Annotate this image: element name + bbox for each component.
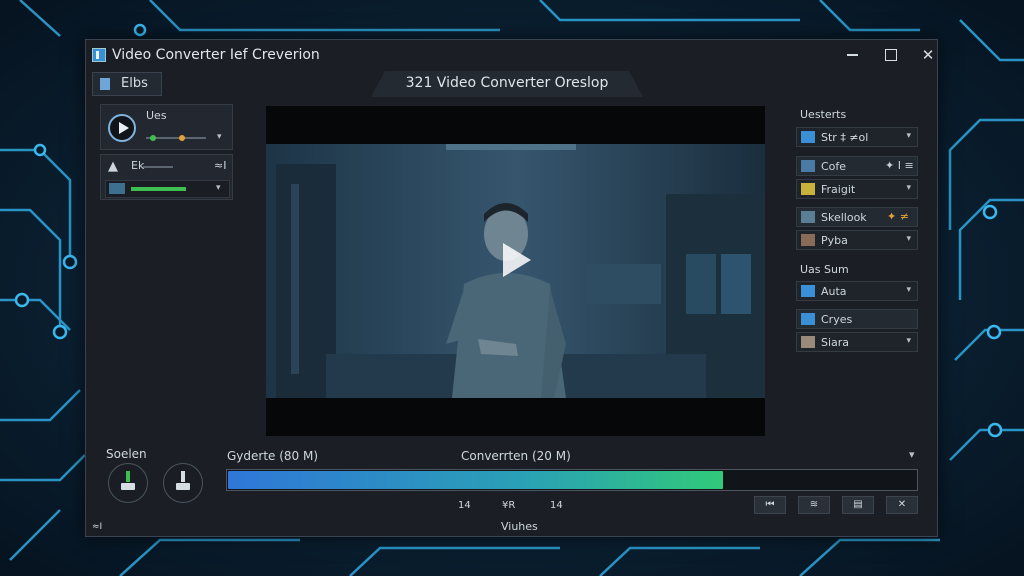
quality-track[interactable] [143,166,173,168]
play-button[interactable] [108,114,136,142]
left-row2-suffix: ≈I [214,159,227,172]
conversion-progress [226,469,918,491]
chevron-down-icon[interactable]: ▾ [906,336,911,346]
video-preview[interactable] [266,106,765,436]
chevron-down-icon[interactable]: ▾ [217,132,222,142]
output-row-4[interactable]: Skellook ✦ ≠ [796,207,918,227]
chevron-down-icon[interactable]: ▾ [906,285,911,295]
converted-status: Converrten (20 M) [461,449,571,463]
corner-label: ≈I [92,522,103,532]
play-overlay-icon[interactable] [495,239,537,281]
green-level-bar [131,187,186,191]
video-icon [801,160,815,172]
output-row-3-label: Fraigit [821,183,856,196]
tray-icon [121,483,135,490]
output-row-2[interactable]: Cofe ✦ I ≡ [796,156,918,176]
tab-converter-label: 321 Video Converter Oreslop [405,75,609,91]
warning-icon: ▲ [108,159,118,174]
video-icon [801,313,815,325]
title-bar: Video Converter Ief Creverion ✕ [86,40,937,72]
volume-knob-green[interactable] [150,135,156,141]
output-row-1[interactable]: Str ‡ ≠ol ▾ [796,127,918,147]
tab-converter[interactable]: 321 Video Converter Oreslop [371,71,643,97]
close-button[interactable]: ✕ [914,44,942,66]
section-title-summary: Uas Sum [800,263,849,276]
quality-select[interactable]: ▾ [105,180,230,198]
app-logo-icon [92,48,106,62]
remove-button[interactable]: ✕ [886,496,918,514]
chevron-down-icon[interactable]: ▾ [906,131,911,141]
maximize-icon [885,49,897,61]
photo-icon [801,234,815,246]
volume-knob-orange[interactable] [179,135,185,141]
chevron-down-icon[interactable]: ▾ [906,234,911,244]
summary-row-3[interactable]: Siara ▾ [796,332,918,352]
progress-fill [228,471,723,489]
summary-row-2-label: Cryes [821,313,853,326]
output-row-4-extra: ✦ ≠ [887,210,909,223]
thumbnail-icon [109,183,125,194]
output-row-2-extra: ✦ I ≡ [885,159,914,172]
layers-button[interactable]: ≋ [798,496,830,514]
output-row-3[interactable]: Fraigit ▾ [796,179,918,199]
output-row-1-label: Str ‡ ≠ol [821,131,869,144]
audio-icon [801,285,815,297]
left-panel-label: Ues [146,109,167,122]
time-mark-1: 14 [458,500,471,511]
chevron-down-icon[interactable]: ▾ [909,448,915,461]
output-row-2-label: Cofe [821,160,847,173]
section-title-outputs: Uesterts [800,108,847,121]
tab-bar: Elbs 321 Video Converter Oreslop [86,71,937,99]
footer-label: Viuhes [501,520,538,533]
minimize-button[interactable] [838,44,866,66]
tab-files[interactable]: Elbs [92,72,162,96]
list-button[interactable]: ▤ [842,496,874,514]
app-window: Video Converter Ief Creverion ✕ Elbs 321… [85,39,938,537]
file-icon [100,78,110,90]
time-mark-2: ¥R [502,500,516,511]
bottom-section-label: Soelen [106,447,147,461]
left-panel-bottom: ▲ Ek ≈I ▾ [100,154,233,200]
arrow-up-icon [181,471,185,482]
summary-row-1[interactable]: Auta ▾ [796,281,918,301]
time-mark-3: 14 [550,500,563,511]
arrow-down-icon [126,471,130,482]
summary-row-1-label: Auta [821,285,847,298]
window-title: Video Converter Ief Creverion [112,47,320,63]
clip-icon [801,211,815,223]
chevron-down-icon[interactable]: ▾ [906,183,911,193]
summary-row-3-label: Siara [821,336,850,349]
tray-icon [176,483,190,490]
output-row-5[interactable]: Pyba ▾ [796,230,918,250]
import-button[interactable] [108,463,148,503]
left-panel-top: Ues ▾ [100,104,233,150]
export-button[interactable] [163,463,203,503]
maximize-button[interactable] [877,44,905,66]
chevron-down-icon[interactable]: ▾ [216,183,221,193]
image-icon [801,183,815,195]
tab-files-label: Elbs [121,76,148,91]
output-row-5-label: Pyba [821,234,848,247]
source-status: Gyderte (80 M) [227,449,319,463]
summary-row-2[interactable]: Cryes [796,309,918,329]
minimize-icon [846,54,858,56]
skip-back-button[interactable]: ⏮ [754,496,786,514]
film-icon [801,131,815,143]
output-row-4-label: Skellook [821,211,867,224]
portrait-icon [801,336,815,348]
